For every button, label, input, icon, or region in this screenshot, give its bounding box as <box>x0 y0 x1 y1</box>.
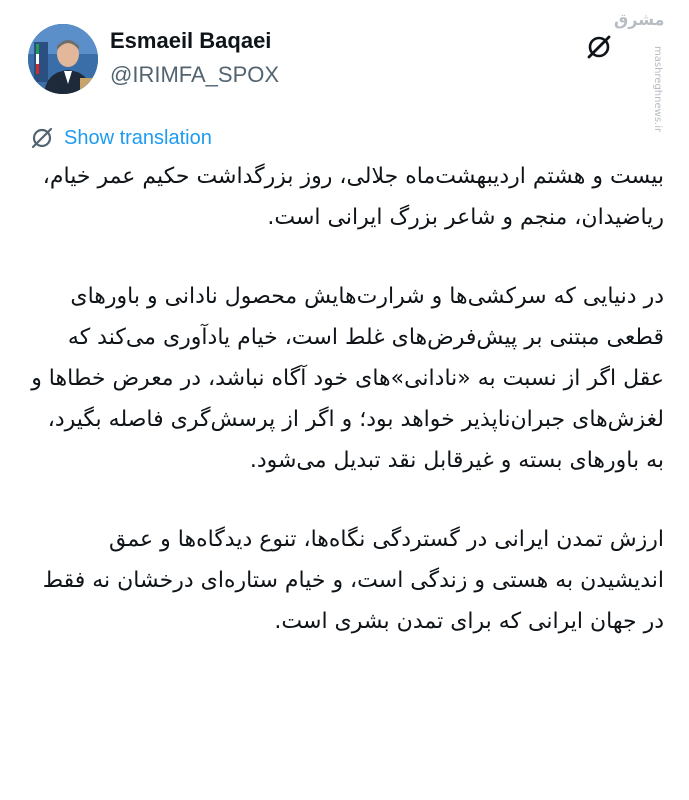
tweet-text: بیست و هشتم اردیبهشت‌ماه جلالی، روز بزرگ… <box>30 156 664 642</box>
translate-globe-icon <box>30 126 54 150</box>
tweet-paragraph-2: در دنیایی که سرکشی‌ها و شرارت‌هایش محصول… <box>31 284 664 473</box>
display-name[interactable]: Esmaeil Baqaei <box>110 28 279 54</box>
show-translation-button[interactable]: Show translation <box>30 124 212 152</box>
tweet-paragraph-3: ارزش تمدن ایرانی در گستردگی نگاه‌ها، تنو… <box>42 527 664 634</box>
author-info: Esmaeil Baqaei @IRIMFA_SPOX <box>110 28 279 88</box>
watermark-logo: مشرق <box>614 10 665 29</box>
tweet-paragraph-1: بیست و هشتم اردیبهشت‌ماه جلالی، روز بزرگ… <box>42 164 664 230</box>
watermark: مشرق mashreghnews.ir <box>600 0 670 133</box>
tweet-card: Esmaeil Baqaei @IRIMFA_SPOX مشرق mashreg… <box>0 0 689 800</box>
user-handle[interactable]: @IRIMFA_SPOX <box>110 62 279 88</box>
avatar[interactable] <box>28 24 98 94</box>
avatar-photo-icon <box>28 24 98 94</box>
tweet-header: Esmaeil Baqaei @IRIMFA_SPOX <box>26 22 666 100</box>
watermark-url: mashreghnews.ir <box>652 46 663 133</box>
show-translation-label: Show translation <box>64 126 212 149</box>
